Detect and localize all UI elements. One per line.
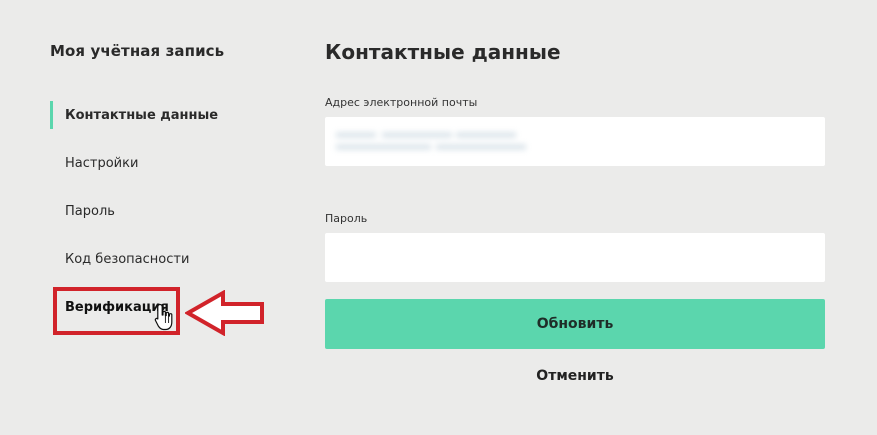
- password-field[interactable]: [325, 233, 825, 282]
- sidebar-title: Моя учётная запись: [50, 42, 225, 60]
- sidebar-item-label: Код безопасности: [65, 251, 190, 267]
- sidebar-item-label: Контактные данные: [65, 107, 219, 123]
- password-label: Пароль: [325, 212, 368, 225]
- page-title: Контактные данные: [325, 40, 561, 64]
- update-button[interactable]: Обновить: [325, 299, 825, 349]
- email-label: Адрес электронной почты: [325, 96, 478, 109]
- blurred-email-value: [336, 128, 546, 156]
- sidebar-item-password[interactable]: Пароль: [50, 197, 250, 225]
- sidebar-item-settings[interactable]: Настройки: [50, 149, 250, 177]
- account-page: Моя учётная запись Контактные данные Нас…: [0, 0, 877, 435]
- sidebar-item-contact-details[interactable]: Контактные данные: [50, 101, 250, 129]
- sidebar-item-security-code[interactable]: Код безопасности: [50, 245, 250, 273]
- sidebar-item-label: Пароль: [65, 203, 115, 219]
- sidebar-item-label: Настройки: [65, 155, 139, 171]
- cancel-link[interactable]: Отменить: [325, 368, 825, 384]
- left-arrow-icon: [185, 290, 264, 336]
- hand-pointer-icon: [154, 303, 173, 331]
